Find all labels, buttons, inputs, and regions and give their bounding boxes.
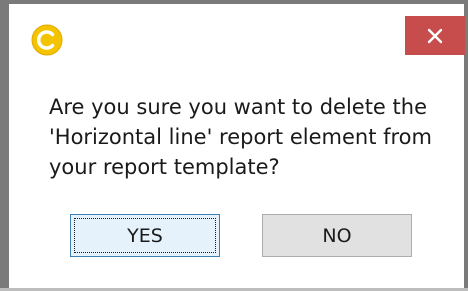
no-button-label: NO [322, 224, 352, 247]
app-logo-icon [31, 24, 63, 56]
no-button[interactable]: NO [262, 214, 412, 257]
confirmation-message: Are you sure you want to delete the 'Hor… [49, 95, 432, 179]
yes-button[interactable]: YES [70, 214, 220, 257]
window-border-left [0, 0, 9, 291]
close-button[interactable] [405, 16, 465, 55]
yes-button-label: YES [127, 224, 163, 247]
dialog-titlebar [9, 4, 465, 74]
close-icon [427, 28, 443, 43]
confirm-delete-dialog: Are you sure you want to delete the 'Hor… [0, 0, 468, 291]
